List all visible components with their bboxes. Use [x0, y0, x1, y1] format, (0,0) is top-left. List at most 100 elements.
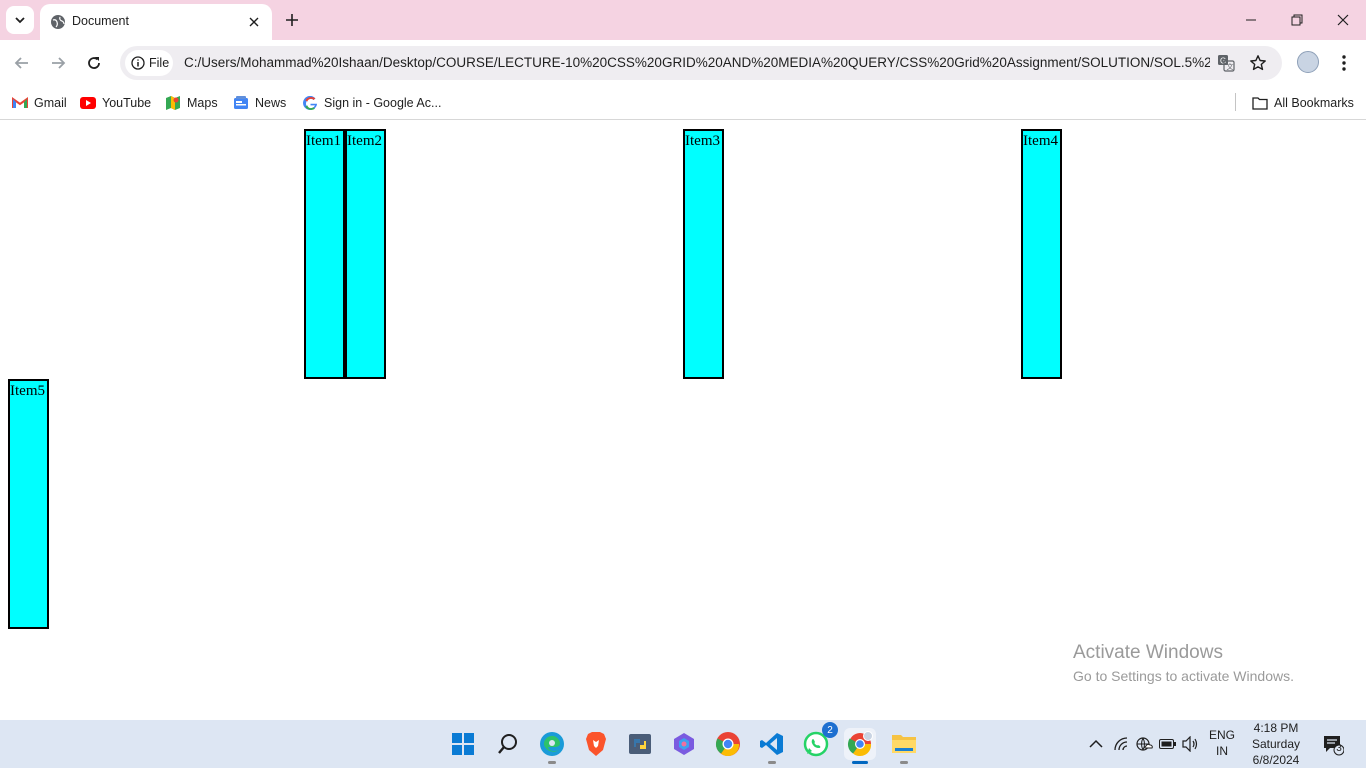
grid-item-2: Item2: [345, 129, 386, 379]
tray-volume[interactable]: [1181, 734, 1201, 754]
page-viewport: Item1 Item2 Item3 Item4 Item5 Activate W…: [0, 121, 1366, 720]
tab-title: Document: [72, 14, 129, 28]
running-indicator: [768, 761, 776, 764]
watermark-subtitle: Go to Settings to activate Windows.: [1073, 668, 1294, 684]
edge-icon: [540, 732, 564, 756]
close-icon: [1337, 14, 1349, 26]
taskbar-file-explorer[interactable]: [888, 728, 920, 764]
browser-toolbar: File C:/Users/Mohammad%20Ishaan/Desktop/…: [0, 40, 1366, 86]
bookmark-label: Maps: [187, 96, 218, 110]
running-indicator: [548, 761, 556, 764]
chevron-up-icon: [1089, 739, 1103, 748]
lang-code: ENG: [1208, 728, 1235, 742]
bookmarks-separator: [1235, 93, 1236, 111]
notification-center-button[interactable]: 3: [1322, 734, 1345, 756]
search-icon: [498, 734, 517, 754]
news-icon: [233, 95, 249, 111]
restore-button[interactable]: [1274, 0, 1320, 40]
system-clock[interactable]: 4:18 PM Saturday 6/8/2024: [1250, 720, 1302, 768]
taskbar-vscode[interactable]: [756, 728, 788, 764]
folder-icon: [1252, 95, 1268, 111]
taskbar-brave[interactable]: [580, 728, 612, 760]
youtube-icon: [80, 95, 96, 111]
bookmark-news[interactable]: News: [233, 93, 286, 113]
tab-document[interactable]: Document: [40, 4, 272, 40]
all-bookmarks-button[interactable]: All Bookmarks: [1252, 93, 1354, 113]
address-bar[interactable]: File C:/Users/Mohammad%20Ishaan/Desktop/…: [120, 46, 1282, 80]
translate-button[interactable]: G文: [1216, 53, 1236, 73]
taskbar: 2 ENG IN 4:18 PM Saturday 6/8/2024 3: [0, 720, 1366, 768]
google-icon: [302, 95, 318, 111]
lang-region: IN: [1216, 744, 1228, 758]
copilot-icon: [674, 733, 694, 755]
url-text[interactable]: C:/Users/Mohammad%20Ishaan/Desktop/COURS…: [184, 55, 1210, 70]
start-button[interactable]: [447, 728, 479, 760]
battery-icon: [1159, 739, 1176, 749]
windows-icon: [452, 733, 474, 755]
tray-overflow-button[interactable]: [1086, 734, 1106, 754]
star-icon: [1250, 55, 1266, 71]
bookmark-google-signin[interactable]: Sign in - Google Ac...: [302, 93, 441, 113]
close-icon: [249, 17, 259, 27]
minimize-icon: [1246, 19, 1256, 21]
taskbar-copilot[interactable]: [668, 728, 700, 760]
input-language[interactable]: ENG IN: [1208, 727, 1236, 759]
back-button[interactable]: [8, 49, 36, 77]
grid-item-3: Item3: [683, 129, 724, 379]
tab-close-button[interactable]: [244, 12, 264, 32]
clock-date: 6/8/2024: [1252, 753, 1300, 767]
chrome-icon: [847, 731, 873, 757]
folder-icon: [892, 735, 916, 753]
restore-icon: [1291, 14, 1303, 26]
taskbar-edge[interactable]: [536, 728, 568, 764]
taskbar-whatsapp[interactable]: 2: [800, 722, 838, 760]
brave-icon: [586, 732, 606, 756]
bookmark-maps[interactable]: Maps: [165, 93, 218, 113]
site-info-chip[interactable]: File: [125, 50, 173, 76]
arrow-left-icon: [14, 57, 28, 69]
site-info-label: File: [149, 56, 170, 70]
wifi-icon: [1114, 737, 1128, 751]
taskbar-chrome-profile[interactable]: [844, 728, 876, 764]
plus-icon: [286, 14, 298, 26]
running-indicator: [900, 761, 908, 764]
arrow-right-icon: [52, 57, 66, 69]
grid-item-5: Item5: [8, 379, 49, 629]
bookmark-gmail[interactable]: Gmail: [12, 93, 67, 113]
notification-count: 3: [1336, 743, 1342, 754]
minimize-button[interactable]: [1228, 0, 1274, 40]
active-indicator: [852, 761, 868, 764]
all-bookmarks-label: All Bookmarks: [1274, 96, 1354, 110]
bookmark-star-button[interactable]: [1248, 53, 1268, 73]
python-icon: [629, 734, 651, 754]
close-window-button[interactable]: [1320, 0, 1366, 40]
vscode-icon: [760, 733, 783, 755]
tab-search-button[interactable]: [6, 6, 34, 34]
reload-button[interactable]: [80, 49, 108, 77]
globe-icon: [51, 15, 65, 29]
reload-icon: [88, 57, 100, 69]
search-button[interactable]: [492, 728, 524, 760]
speaker-icon: [1182, 736, 1198, 752]
tray-network[interactable]: [1111, 734, 1131, 754]
tray-battery[interactable]: [1158, 734, 1178, 754]
taskbar-python[interactable]: [624, 728, 656, 760]
bookmark-label: News: [255, 96, 287, 110]
browser-menu-button[interactable]: [1334, 51, 1354, 75]
clock-time: 4:18 PM: [1253, 721, 1299, 735]
watermark-title: Activate Windows: [1073, 642, 1223, 663]
tab-strip: Document: [0, 0, 1366, 40]
activate-windows-watermark: Activate Windows Go to Settings to activ…: [1073, 642, 1294, 684]
maps-icon: [165, 95, 181, 111]
taskbar-chrome[interactable]: [712, 728, 744, 760]
profile-avatar[interactable]: [1297, 51, 1319, 73]
translate-icon: G文: [1218, 55, 1235, 72]
bookmark-youtube[interactable]: YouTube: [80, 93, 151, 113]
forward-button[interactable]: [44, 49, 72, 77]
grid-item-4: Item4: [1021, 129, 1062, 379]
tray-cloud[interactable]: [1134, 734, 1154, 754]
grid-item-1: Item1: [304, 129, 345, 379]
chrome-icon: [715, 732, 740, 757]
clock-day: Saturday: [1251, 737, 1301, 751]
new-tab-button[interactable]: [280, 8, 304, 32]
